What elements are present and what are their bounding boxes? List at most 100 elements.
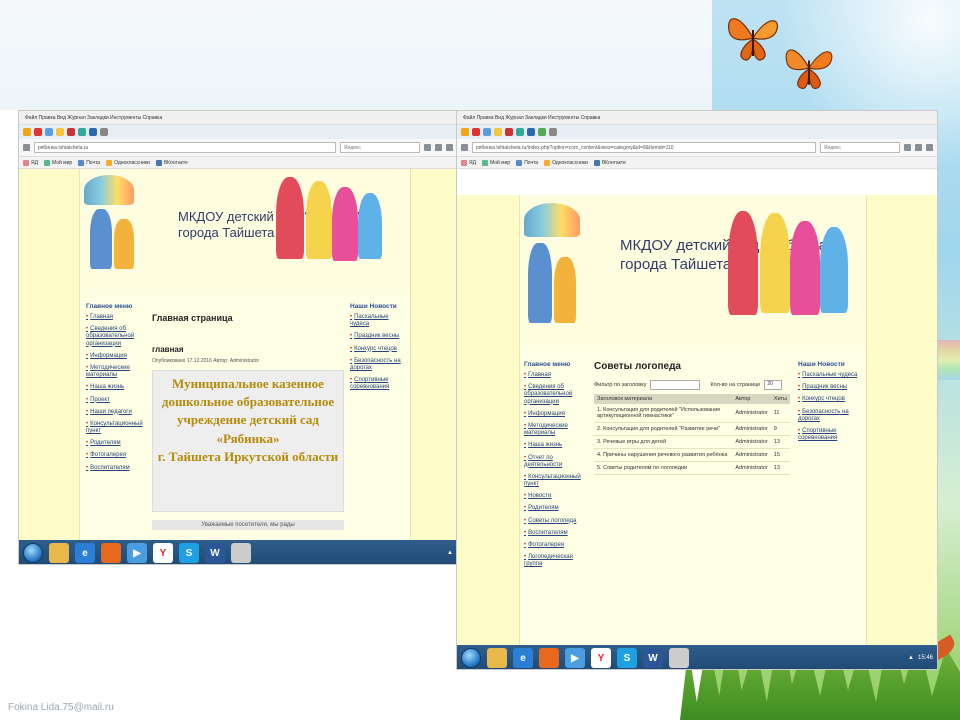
menu-item[interactable]: Наши педагоги — [86, 409, 146, 416]
news-item[interactable]: Пасхальные чудеса — [350, 314, 408, 328]
network-icon[interactable]: ▲ — [908, 655, 914, 661]
menu-item[interactable]: Информация — [524, 411, 588, 418]
article-link[interactable]: 4. Причины нарушения речевого развития р… — [594, 448, 733, 462]
news-item[interactable]: Праздник весны — [350, 333, 408, 340]
back-icon[interactable] — [461, 144, 468, 151]
tab-icon[interactable] — [78, 128, 86, 136]
filter-input[interactable] — [650, 380, 701, 390]
search-input[interactable]: Яндекс — [820, 142, 900, 153]
firefox-icon[interactable] — [101, 543, 121, 563]
skype-icon[interactable]: S — [179, 543, 199, 563]
menu-icon[interactable] — [446, 144, 453, 151]
menu-item[interactable]: Консультационный пункт — [86, 421, 146, 435]
bookmark-item[interactable]: Одноклассники — [544, 159, 588, 166]
menu-item[interactable]: Наша жизнь — [86, 384, 146, 391]
menu-item[interactable]: Воспитателям — [86, 465, 146, 472]
tab-icon[interactable] — [67, 128, 75, 136]
menu-item[interactable]: Информация — [86, 353, 146, 360]
paint-icon[interactable] — [231, 543, 251, 563]
yandex-icon[interactable]: Y — [591, 648, 611, 668]
bookmark-item[interactable]: Одноклассники — [106, 159, 150, 166]
tab-icon[interactable] — [527, 128, 535, 136]
url-field[interactable]: рябинка.tshtaisheta.ru — [34, 142, 336, 153]
firefox-icon[interactable] — [539, 648, 559, 668]
search-input[interactable]: Яндекс — [340, 142, 420, 153]
menu-item[interactable]: Родителям — [524, 505, 588, 512]
menu-item[interactable]: Сведения об образовательной организации — [524, 384, 588, 406]
tab-icon[interactable] — [538, 128, 546, 136]
download-icon[interactable] — [904, 144, 911, 151]
tab-icon[interactable] — [494, 128, 502, 136]
menu-item[interactable]: Советы логопеда — [524, 518, 588, 525]
menu-item[interactable]: Фотогалерея — [524, 542, 588, 549]
news-item[interactable]: Безопасность на дорогах — [350, 358, 408, 372]
start-button[interactable] — [461, 648, 481, 668]
news-item[interactable]: Праздник весны — [798, 384, 864, 391]
network-icon[interactable]: ▲ — [447, 550, 453, 556]
explorer-icon[interactable] — [487, 648, 507, 668]
tab-icon[interactable] — [56, 128, 64, 136]
menu-item[interactable]: Проект — [86, 397, 146, 404]
menu-item[interactable]: Методические материалы — [524, 423, 588, 437]
home-icon[interactable] — [435, 144, 442, 151]
tab-icon[interactable] — [483, 128, 491, 136]
tab-icon[interactable] — [516, 128, 524, 136]
tab-icon[interactable] — [23, 128, 31, 136]
bookmark-item[interactable]: ЯД — [461, 159, 476, 166]
menu-icon[interactable] — [926, 144, 933, 151]
news-item[interactable]: Безопасность на дорогах — [798, 409, 864, 423]
menu-item[interactable]: Воспитателям — [524, 530, 588, 537]
menu-item[interactable]: Главная — [86, 314, 146, 321]
news-item[interactable]: Конкурс чтецов — [798, 396, 864, 403]
display-count-select[interactable]: 20 — [764, 380, 783, 390]
bookmark-item[interactable]: ВКонтакте — [593, 159, 626, 166]
article-link[interactable]: 5. Советы родителям по логопедии — [594, 461, 733, 475]
news-item[interactable]: Спортивные соревнования — [350, 377, 408, 391]
news-item[interactable]: Спортивные соревнования — [798, 428, 864, 442]
menu-item[interactable]: Новости — [524, 493, 588, 500]
explorer-icon[interactable] — [49, 543, 69, 563]
menu-item[interactable]: Консультационный пункт — [524, 474, 588, 488]
column-header[interactable]: Автор — [732, 394, 771, 404]
tab-icon[interactable] — [549, 128, 557, 136]
media-player-icon[interactable]: ▶ — [127, 543, 147, 563]
bookmark-item[interactable]: Мой мир — [44, 159, 72, 166]
menu-item[interactable]: Отчет по деятельности — [524, 455, 588, 469]
menu-item[interactable]: Методические материалы — [86, 365, 146, 379]
tab-icon[interactable] — [89, 128, 97, 136]
start-button[interactable] — [23, 543, 43, 563]
tab-icon[interactable] — [505, 128, 513, 136]
back-icon[interactable] — [23, 144, 30, 151]
menu-item[interactable]: Сведения об образовательной организации — [86, 326, 146, 348]
word-icon[interactable]: W — [205, 543, 225, 563]
tab-icon[interactable] — [45, 128, 53, 136]
ie-icon[interactable]: e — [75, 543, 95, 563]
column-header[interactable]: Хиты — [770, 394, 790, 404]
article-link[interactable]: 1. Консультация для родителей "Использов… — [594, 404, 733, 423]
bookmark-item[interactable]: Мой мир — [482, 159, 510, 166]
news-item[interactable]: Конкурс чтецов — [350, 346, 408, 353]
article-link[interactable]: 3. Речевые игры для детей — [594, 435, 733, 449]
tab-icon[interactable] — [472, 128, 480, 136]
menu-item[interactable]: Логопедическая группа — [524, 554, 588, 568]
news-item[interactable]: Пасхальные чудеса — [798, 372, 864, 379]
menu-item[interactable]: Наша жизнь — [524, 442, 588, 449]
skype-icon[interactable]: S — [617, 648, 637, 668]
bookmark-item[interactable]: ЯД — [23, 159, 38, 166]
menu-item[interactable]: Фотогалерея — [86, 452, 146, 459]
ie-icon[interactable]: e — [513, 648, 533, 668]
home-icon[interactable] — [915, 144, 922, 151]
bookmark-item[interactable]: ВКонтакте — [155, 159, 188, 166]
article-link[interactable]: 2. Консультация для родителей "Развитие … — [594, 422, 733, 436]
bookmark-item[interactable]: Почта — [78, 159, 100, 166]
tab-icon[interactable] — [461, 128, 469, 136]
tab-icon[interactable] — [34, 128, 42, 136]
yandex-icon[interactable]: Y — [153, 543, 173, 563]
menu-item[interactable]: Родителям — [86, 440, 146, 447]
menu-item[interactable]: Главная — [524, 372, 588, 379]
download-icon[interactable] — [424, 144, 431, 151]
column-header[interactable]: Заголовок материала — [594, 394, 733, 404]
clock[interactable]: 15:46 — [918, 655, 933, 661]
media-player-icon[interactable]: ▶ — [565, 648, 585, 668]
url-field[interactable]: рябинка.tshtaisheta.ru/index.php?option=… — [472, 142, 816, 153]
